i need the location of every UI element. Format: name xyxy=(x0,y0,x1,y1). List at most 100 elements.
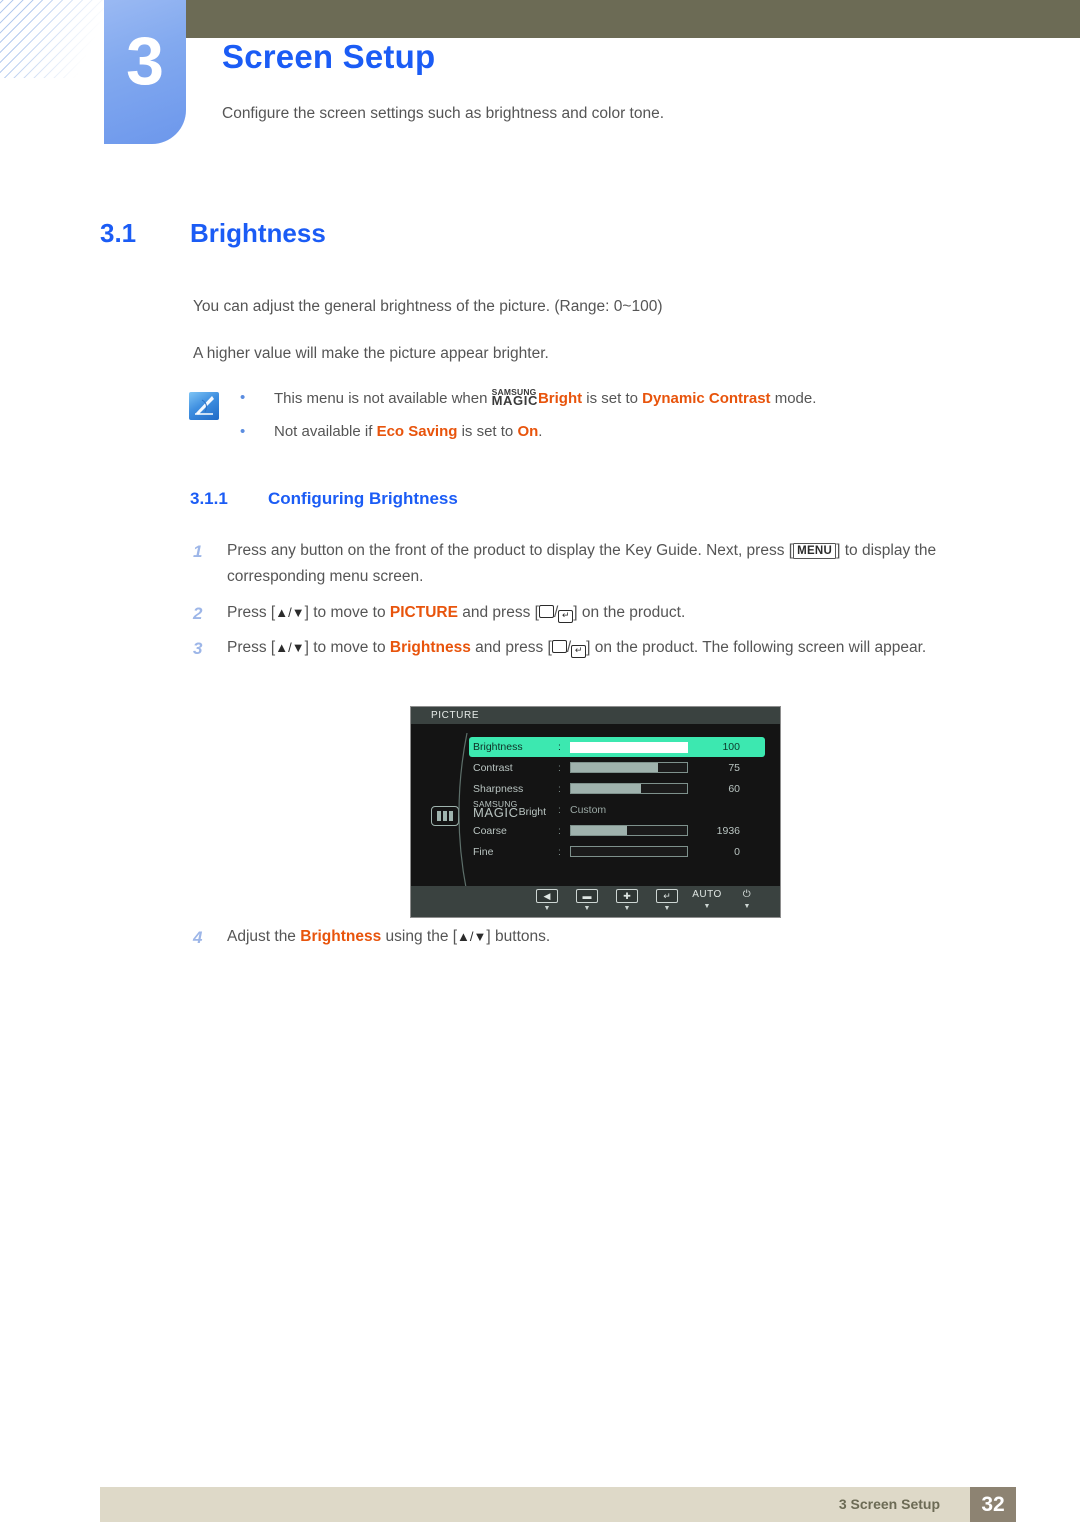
osd-samsung-magic-logo: SAMSUNG MAGIC xyxy=(473,799,519,820)
osd-button-bar: ◀ ▼ ▬ ▼ ✚ ▼ ↵ ▼ AUTO ▼ ⏻ ▼ xyxy=(411,886,780,917)
note-item-text: This menu is not available when SAMSUNG M… xyxy=(274,388,817,409)
source-box-icon xyxy=(551,640,567,653)
step3-part-c: and press [ xyxy=(470,639,552,656)
osd-value-brightness: 100 xyxy=(722,741,740,753)
step-1: 1 Press any button on the front of the p… xyxy=(193,538,1008,590)
bullet-icon: • xyxy=(240,422,246,440)
power-button[interactable]: ⏻ ▼ xyxy=(727,886,767,911)
step3-part-b: ] to move to xyxy=(304,639,390,656)
osd-magic-suffix: Bright xyxy=(518,805,547,818)
osd-bar-coarse[interactable] xyxy=(570,825,688,836)
step3-target-brightness: Brightness xyxy=(389,639,471,656)
osd-row-brightness[interactable]: Brightness : 100 xyxy=(469,737,765,757)
osd-value-fine: 0 xyxy=(734,845,740,858)
step-4-number: 4 xyxy=(193,928,203,947)
osd-colon: : xyxy=(558,824,561,837)
osd-value-magic-bright: Custom xyxy=(570,803,607,816)
minus-button[interactable]: ▬ ▼ xyxy=(567,886,607,912)
osd-label-fine: Fine xyxy=(473,845,494,858)
step-1-number: 1 xyxy=(193,542,203,561)
step-3-text: Press [▲/▼] to move to Brightness and pr… xyxy=(227,635,1008,661)
step2-part-c: and press [ xyxy=(457,604,539,621)
osd-row-contrast[interactable]: Contrast : 75 xyxy=(473,757,773,778)
menu-key-label: MENU xyxy=(793,543,837,560)
minus-icon: ▬ xyxy=(576,889,598,903)
osd-bar-fine[interactable] xyxy=(570,846,688,857)
note2-on: On xyxy=(517,422,539,440)
osd-value-contrast: 75 xyxy=(728,761,740,774)
note-item-dynamic-contrast: • This menu is not available when SAMSUN… xyxy=(236,388,1036,409)
plus-button[interactable]: ✚ ▼ xyxy=(607,886,647,912)
note2-post: . xyxy=(538,422,543,440)
step-2: 2 Press [▲/▼] to move to PICTURE and pre… xyxy=(193,600,1008,626)
osd-label-sharpness: Sharpness xyxy=(473,782,524,795)
note-pen-icon xyxy=(189,392,219,420)
osd-row-magic-bright[interactable]: SAMSUNG MAGIC Bright : Custom xyxy=(473,799,773,820)
step-2-number: 2 xyxy=(193,604,203,623)
footer-page-number: 32 xyxy=(970,1487,1016,1522)
header-olive-bar xyxy=(186,0,1080,38)
step2-target-picture: PICTURE xyxy=(389,604,458,621)
chevron-down-icon: ▼ xyxy=(543,905,551,912)
samsung-magic-logo: SAMSUNG MAGIC xyxy=(491,388,538,408)
osd-row-coarse[interactable]: Coarse : 1936 xyxy=(473,820,773,841)
osd-magic-bottom: MAGIC xyxy=(473,804,519,820)
chapter-number-badge: 3 xyxy=(104,0,186,144)
osd-row-fine[interactable]: Fine : 0 xyxy=(473,841,773,862)
osd-decorative-curve xyxy=(449,733,475,893)
step2-part-a: Press [ xyxy=(227,604,276,621)
osd-title: PICTURE xyxy=(411,707,780,724)
step4-part-b: using the [ xyxy=(381,928,458,945)
note-item-text: Not available if Eco Saving is set to On… xyxy=(274,423,542,442)
step1-part-a: Press any button on the front of the pro… xyxy=(227,542,794,559)
chevron-down-icon: ▼ xyxy=(743,903,751,910)
auto-button[interactable]: AUTO ▼ xyxy=(687,886,727,911)
source-box-icon xyxy=(538,605,554,618)
note-list: • This menu is not available when SAMSUN… xyxy=(236,388,1036,455)
chapter-number: 3 xyxy=(126,23,164,99)
decorative-hatch-pattern xyxy=(0,0,104,78)
chevron-down-icon: ▼ xyxy=(703,903,711,910)
osd-colon: : xyxy=(558,741,561,753)
osd-bar-contrast[interactable] xyxy=(570,762,688,773)
paragraph-higher-value: A higher value will make the picture app… xyxy=(193,345,549,362)
step2-part-b: ] to move to xyxy=(304,604,390,621)
footer-chapter-label: 3 Screen Setup xyxy=(838,1496,940,1512)
section-title: Brightness xyxy=(190,218,326,248)
magic-logo-bottom: MAGIC xyxy=(491,392,538,408)
note-text-post: mode. xyxy=(770,389,817,407)
chevron-down-icon: ▼ xyxy=(623,905,631,912)
osd-bar-brightness[interactable] xyxy=(570,741,688,753)
step-1-text: Press any button on the front of the pro… xyxy=(227,538,1008,590)
step-4: 4 Adjust the Brightness using the [▲/▼] … xyxy=(193,924,1008,950)
subsection-title: Configuring Brightness xyxy=(268,489,458,508)
osd-colon: : xyxy=(558,782,561,795)
step3-part-d: ] on the product. The following screen w… xyxy=(586,639,927,656)
note2-pre: Not available if xyxy=(274,422,377,440)
osd-colon: : xyxy=(558,845,561,858)
chapter-description: Configure the screen settings such as br… xyxy=(222,105,665,122)
enter-button[interactable]: ↵ ▼ xyxy=(647,886,687,912)
osd-rows: Brightness : 100 Contrast : 75 Sharpness… xyxy=(469,737,773,862)
note2-mid: is set to xyxy=(457,422,518,440)
osd-row-sharpness[interactable]: Sharpness : 60 xyxy=(473,778,773,799)
section-number: 3.1 xyxy=(100,218,137,248)
step3-part-a: Press [ xyxy=(227,639,276,656)
up-down-arrows-icon: ▲/▼ xyxy=(275,640,305,655)
osd-label-coarse: Coarse xyxy=(473,824,507,837)
chevron-down-icon: ▼ xyxy=(663,905,671,912)
note2-eco-saving: Eco Saving xyxy=(376,422,458,440)
note-text-dynamic-contrast: Dynamic Contrast xyxy=(642,389,771,407)
osd-label-brightness: Brightness xyxy=(473,741,523,753)
osd-label-magic-bright: SAMSUNG MAGIC Bright xyxy=(473,799,558,820)
osd-bar-sharpness[interactable] xyxy=(570,783,688,794)
step4-part-c: ] buttons. xyxy=(486,928,551,945)
step-3: 3 Press [▲/▼] to move to Brightness and … xyxy=(193,635,1008,661)
back-icon: ◀ xyxy=(536,889,558,903)
step4-target-brightness: Brightness xyxy=(300,928,382,945)
back-button[interactable]: ◀ ▼ xyxy=(527,886,567,912)
chapter-title: Screen Setup xyxy=(222,38,436,75)
note-item-eco-saving: • Not available if Eco Saving is set to … xyxy=(236,423,1036,442)
chevron-down-icon: ▼ xyxy=(583,905,591,912)
osd-colon: : xyxy=(558,803,561,816)
